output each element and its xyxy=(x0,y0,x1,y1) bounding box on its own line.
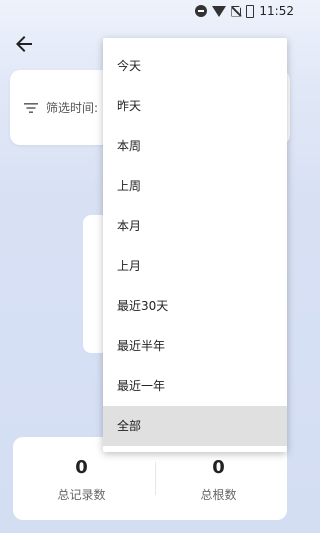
stat-total-records-value: 0 xyxy=(75,457,88,478)
menu-item-this-week[interactable]: 本周 xyxy=(103,126,287,166)
wifi-icon xyxy=(212,5,227,17)
status-icons: 11:52 xyxy=(195,4,294,18)
menu-item-all[interactable]: 全部 xyxy=(103,406,287,446)
stat-total-roots-label: 总根数 xyxy=(200,488,237,502)
stat-total-roots-value: 0 xyxy=(212,457,225,478)
filter-time-label: 筛选时间: xyxy=(46,101,99,115)
menu-item-last-year[interactable]: 最近一年 xyxy=(103,366,287,406)
stat-total-records: 0 总记录数 xyxy=(13,457,150,503)
menu-item-today[interactable]: 今天 xyxy=(103,46,287,86)
menu-item-yesterday[interactable]: 昨天 xyxy=(103,86,287,126)
do-not-disturb-icon xyxy=(195,5,208,17)
time-filter-dropdown: 今天 昨天 本周 上周 本月 上月 最近30天 最近半年 最近一年 全部 xyxy=(103,38,287,452)
stat-total-roots: 0 总根数 xyxy=(150,457,287,503)
menu-item-this-month[interactable]: 本月 xyxy=(103,206,287,246)
battery-icon xyxy=(246,4,255,18)
stat-total-records-label: 总记录数 xyxy=(57,488,106,502)
menu-item-last-week[interactable]: 上周 xyxy=(103,166,287,206)
status-bar: 11:52 xyxy=(0,0,300,22)
menu-item-last-month[interactable]: 上月 xyxy=(103,246,287,286)
menu-item-last-30-days[interactable]: 最近30天 xyxy=(103,286,287,326)
filter-icon xyxy=(24,103,38,113)
no-sim-icon xyxy=(231,5,242,17)
status-time: 11:52 xyxy=(259,4,294,18)
menu-item-last-half-year[interactable]: 最近半年 xyxy=(103,326,287,366)
